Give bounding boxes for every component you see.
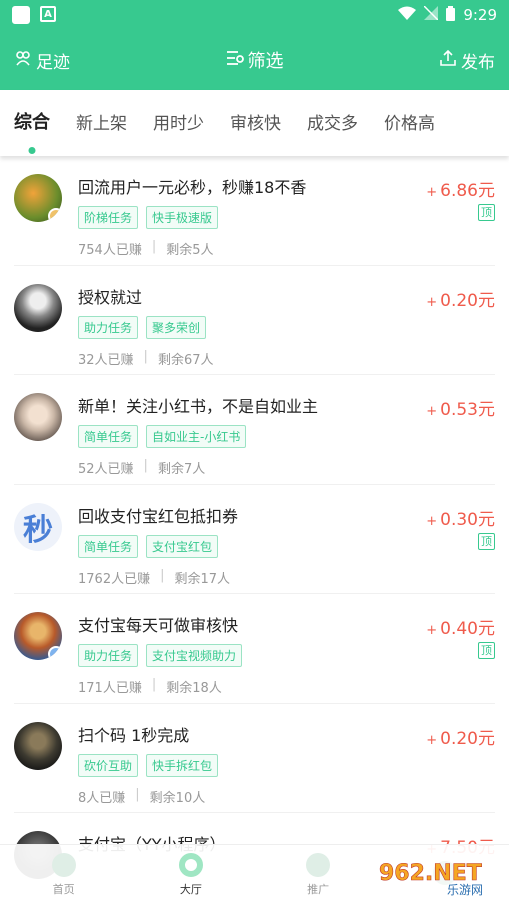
promote-icon — [306, 852, 331, 877]
pinned-badge: 顶 — [478, 204, 495, 221]
footprint-label: 足迹 — [36, 52, 70, 73]
footprint-button[interactable]: 足迹 — [14, 48, 70, 73]
task-price: +0.30元 — [426, 509, 495, 530]
wifi-icon — [398, 6, 417, 24]
task-tag: 助力任务 — [78, 644, 139, 667]
sort-tabs: 综合 新上架 用时少 审核快 成交多 价格高 — [0, 90, 509, 156]
avatar — [14, 721, 62, 770]
task-tag: 简单任务 — [78, 425, 139, 448]
tab-least-time[interactable]: 用时少 — [153, 109, 204, 138]
filter-button[interactable]: 筛选 — [226, 47, 284, 73]
task-tag: 快手极速版 — [146, 206, 219, 229]
remaining-count: 剩余7人 — [157, 462, 206, 477]
task-item[interactable]: 授权就过 助力任务 聚多荣创 32人已赚 | 剩余67人 +0.20元 — [14, 266, 495, 375]
filter-label: 筛选 — [247, 51, 284, 72]
publish-label: 发布 — [461, 52, 495, 73]
nav-hall[interactable]: 大厅 — [127, 845, 254, 904]
task-tag: 聚多荣创 — [146, 315, 207, 339]
task-tag: 快手拆红包 — [146, 753, 219, 777]
remaining-count: 剩余67人 — [157, 352, 214, 368]
tab-most-deals[interactable]: 成交多 — [307, 109, 358, 138]
nav-home[interactable]: 首页 — [0, 845, 127, 904]
tab-comprehensive[interactable]: 综合 — [14, 108, 50, 138]
task-tag: 支付宝红包 — [146, 534, 219, 558]
task-price: +0.20元 — [426, 290, 495, 311]
app-notification-icon: A — [40, 6, 56, 22]
avatar — [14, 283, 62, 332]
task-price: +6.86元 — [426, 181, 495, 201]
task-price: +0.53元 — [426, 400, 495, 420]
publish-button[interactable]: 发布 — [439, 48, 495, 73]
status-bar: A 9:29 — [0, 0, 509, 30]
tab-fast-review[interactable]: 审核快 — [230, 109, 281, 138]
task-tag: 简单任务 — [78, 534, 139, 558]
upload-icon — [439, 49, 457, 72]
filter-icon — [226, 50, 244, 71]
pinned-badge: 顶 — [478, 532, 495, 550]
svg-text:乐游网: 乐游网 — [447, 883, 483, 897]
earned-count: 1762人已赚 — [78, 571, 151, 587]
task-price: +0.20元 — [426, 728, 495, 749]
task-tag: 自如业主-小红书 — [146, 425, 247, 448]
earned-count: 52人已赚 — [78, 462, 134, 477]
task-item[interactable]: 秒 回收支付宝红包抵扣券 简单任务 支付宝红包 1762人已赚 | 剩余17人 … — [14, 485, 495, 594]
home-icon — [51, 852, 76, 877]
task-price: +0.40元 — [426, 619, 495, 639]
notification-icon — [12, 6, 30, 24]
earned-count: 8人已赚 — [78, 790, 126, 806]
footprint-icon — [14, 49, 32, 72]
task-item[interactable]: 新单！关注小红书，不是自如业主 简单任务 自如业主-小红书 52人已赚 | 剩余… — [14, 375, 495, 485]
avatar — [14, 612, 62, 660]
avatar — [14, 393, 62, 441]
tab-newest[interactable]: 新上架 — [76, 109, 127, 138]
earned-count: 171人已赚 — [78, 681, 142, 696]
battery-icon — [446, 5, 456, 25]
task-tag: 阶梯任务 — [78, 206, 139, 229]
hall-icon — [178, 852, 203, 877]
task-tag: 支付宝视频助力 — [146, 644, 243, 667]
task-item[interactable]: 支付宝每天可做审核快 助力任务 支付宝视频助力 171人已赚 | 剩余18人 +… — [14, 594, 495, 704]
signal-icon — [423, 5, 439, 24]
site-watermark-logo: 962.NET 乐游网 — [373, 854, 503, 898]
earned-count: 754人已赚 — [78, 243, 142, 258]
top-header: 足迹 筛选 发布 — [0, 30, 509, 90]
pinned-badge: 顶 — [478, 642, 495, 659]
earned-count: 32人已赚 — [78, 352, 134, 368]
clock: 9:29 — [463, 6, 497, 24]
avatar — [14, 174, 62, 222]
task-tag: 助力任务 — [78, 315, 139, 339]
avatar: 秒 — [14, 502, 62, 551]
nav-promote[interactable]: 推广 — [255, 845, 382, 904]
task-item[interactable]: 扫个码 1秒完成 砍价互助 快手拆红包 8人已赚 | 剩余10人 +0.20元 — [14, 704, 495, 813]
task-item[interactable]: 回流用户一元必秒，秒赚18不香 阶梯任务 快手极速版 754人已赚 | 剩余5人… — [14, 156, 495, 266]
remaining-count: 剩余17人 — [174, 571, 231, 587]
remaining-count: 剩余18人 — [166, 681, 222, 696]
remaining-count: 剩余10人 — [149, 790, 206, 806]
task-list: 回流用户一元必秒，秒赚18不香 阶梯任务 快手极速版 754人已赚 | 剩余5人… — [0, 156, 509, 904]
task-tag: 砍价互助 — [78, 753, 139, 777]
tab-highest-price[interactable]: 价格高 — [384, 109, 435, 138]
remaining-count: 剩余5人 — [166, 243, 214, 258]
